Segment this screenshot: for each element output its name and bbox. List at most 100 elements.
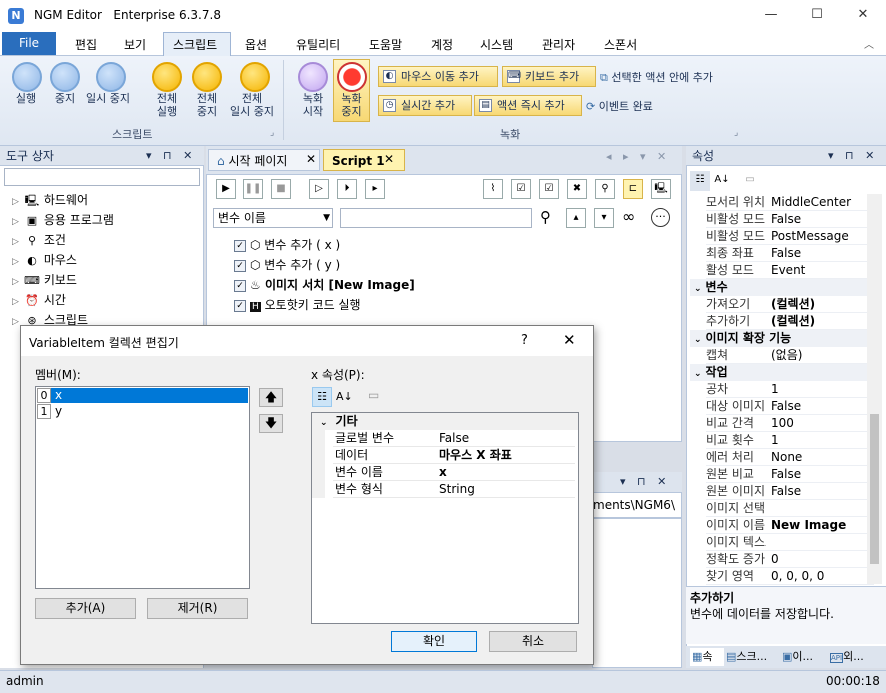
checkbox-icon[interactable]: ✓ bbox=[234, 239, 246, 252]
property-row[interactable]: 원본 이미지 False bbox=[706, 483, 874, 500]
event-done-button[interactable]: ⟳ 이벤트 완료 bbox=[586, 98, 653, 114]
step-into-icon[interactable]: ⏵ bbox=[337, 179, 357, 199]
toolbox-item-application[interactable]: ▷ ▣ 응용 프로그램 bbox=[12, 210, 114, 230]
tab-nav-buttons[interactable]: ◂ ▸ ▾ ✕ bbox=[606, 150, 670, 163]
script-group-expand-icon[interactable]: ⌟ bbox=[270, 128, 274, 138]
move-down-icon[interactable]: ▾ bbox=[594, 208, 614, 228]
run-all-button[interactable]: 전체 실행 bbox=[152, 62, 182, 118]
toolbox-search-input[interactable] bbox=[4, 168, 200, 186]
close-tab-icon[interactable]: ✕ bbox=[306, 152, 316, 166]
add-realtime-button[interactable]: ◷ 실시간 추가 bbox=[378, 95, 472, 116]
play-icon[interactable]: ▶ bbox=[216, 179, 236, 199]
tab-start-page[interactable]: ⌂ 시작 페이지 bbox=[208, 149, 320, 171]
file-menu[interactable]: File bbox=[2, 32, 56, 55]
add-keyboard-button[interactable]: ⌨ 키보드 추가 bbox=[502, 66, 596, 87]
property-category-variable[interactable]: ⌄ 변수 bbox=[690, 279, 874, 296]
property-row[interactable]: 비교 간격 100 bbox=[706, 415, 874, 432]
property-row[interactable]: 이미지 선택 bbox=[706, 500, 874, 517]
property-row[interactable]: 정확도 증가 0 bbox=[706, 551, 874, 568]
member-name[interactable]: y bbox=[55, 404, 62, 419]
lower-panel-buttons[interactable]: ▾ ⊓ ✕ bbox=[620, 475, 670, 488]
search-icon[interactable]: ⚲ bbox=[540, 208, 551, 226]
zoom-icon[interactable]: ⚲ bbox=[595, 179, 615, 199]
variable-name-select[interactable]: 변수 이름 ▼ bbox=[213, 208, 333, 228]
property-row[interactable]: 추가하기 (컬렉션) bbox=[706, 313, 874, 330]
property-row[interactable]: 비교 횟수 1 bbox=[706, 432, 874, 449]
record-start-button[interactable]: 녹화 시작 bbox=[298, 62, 328, 118]
property-row[interactable]: 이미지 텍스트 bbox=[706, 534, 874, 551]
variable-search-input[interactable] bbox=[340, 208, 532, 228]
checkbox-icon[interactable]: ✓ bbox=[234, 299, 246, 312]
add-member-button[interactable]: 추가(A) bbox=[35, 598, 136, 619]
tab-script-explorer[interactable]: ▤스크... bbox=[726, 648, 767, 666]
chart-icon[interactable]: ⌇ bbox=[483, 179, 503, 199]
dialog-close-icon[interactable]: ✕ bbox=[563, 331, 576, 349]
close-window-button[interactable]: ✕ bbox=[840, 0, 886, 31]
property-row[interactable]: 찾기 영역 0, 0, 0, 0 bbox=[706, 568, 874, 585]
toolbox-item-mouse[interactable]: ▷ ◐ 마우스 bbox=[12, 250, 77, 270]
properties-panel-buttons[interactable]: ▾ ⊓ ✕ bbox=[828, 149, 878, 162]
property-row[interactable]: 캡쳐 (없음) bbox=[706, 347, 874, 364]
menu-system[interactable]: 시스템 bbox=[480, 36, 513, 53]
property-row[interactable]: 원본 비교 False bbox=[706, 466, 874, 483]
property-row[interactable]: 공차 1 bbox=[706, 381, 874, 398]
check-all-icon[interactable]: ☑ bbox=[511, 179, 531, 199]
pause-all-button[interactable]: 전체 일시 중지 bbox=[230, 62, 274, 118]
move-up-icon[interactable]: ▴ bbox=[566, 208, 586, 228]
property-row[interactable]: 대상 이미지 False bbox=[706, 398, 874, 415]
move-up-button[interactable]: 🡅 bbox=[259, 388, 283, 407]
property-row[interactable]: 변수 이름 x bbox=[333, 464, 575, 481]
property-category-misc[interactable]: ⌄ 기타 bbox=[312, 413, 578, 430]
categorized-icon[interactable]: ☷ bbox=[690, 171, 710, 191]
step-play-icon[interactable]: ▷ bbox=[309, 179, 329, 199]
stop-icon[interactable]: ■ bbox=[271, 179, 291, 199]
alphabetical-icon[interactable]: A↓ bbox=[336, 387, 353, 407]
menu-account[interactable]: 계정 bbox=[431, 36, 453, 53]
infinity-icon[interactable]: ∞ bbox=[622, 207, 635, 226]
menu-help[interactable]: 도움말 bbox=[369, 36, 402, 53]
checkbox-icon[interactable]: ✓ bbox=[234, 259, 246, 272]
run-button[interactable]: 실행 bbox=[10, 62, 42, 105]
record-stop-button[interactable]: 녹화 중지 bbox=[333, 59, 370, 122]
property-row[interactable]: 비활성 모드 False bbox=[706, 211, 874, 228]
add-mouse-move-button[interactable]: ◐ 마우스 이동 추가 bbox=[378, 66, 498, 87]
dialog-help-button[interactable]: ? bbox=[521, 333, 528, 348]
members-listbox[interactable] bbox=[35, 386, 250, 589]
command-row[interactable]: ✓ H 오토핫키 코드 실행 bbox=[234, 295, 361, 315]
move-down-button[interactable]: 🡇 bbox=[259, 414, 283, 433]
menu-utility[interactable]: 유틸리티 bbox=[296, 36, 340, 53]
maximize-button[interactable]: ☐ bbox=[794, 0, 840, 31]
toolbox-item-hardware[interactable]: ▷ 🖳 하드웨어 bbox=[12, 190, 88, 210]
toolbox-item-time[interactable]: ▷ ⏰ 시간 bbox=[12, 290, 66, 310]
add-action-now-button[interactable]: ▤ 액션 즉시 추가 bbox=[474, 95, 582, 116]
ok-button[interactable]: 확인 bbox=[391, 631, 477, 652]
toolbox-item-keyboard[interactable]: ▷ ⌨ 키보드 bbox=[12, 270, 77, 290]
add-in-selected-button[interactable]: ⧉ 선택한 액션 안에 추가 bbox=[600, 69, 713, 85]
properties-scrollbar[interactable] bbox=[867, 194, 882, 584]
categorized-icon[interactable]: ☷ bbox=[312, 387, 332, 407]
remove-member-button[interactable]: 제거(R) bbox=[147, 598, 248, 619]
tree-view-icon[interactable]: ⊏ bbox=[623, 179, 643, 199]
menu-options[interactable]: 옵션 bbox=[245, 36, 267, 53]
more-icon[interactable]: ··· bbox=[651, 208, 670, 227]
check-icon[interactable]: ☑ bbox=[539, 179, 559, 199]
tab-properties[interactable]: ▦속 bbox=[690, 648, 724, 666]
property-row[interactable]: 비활성 모드 PostMessage bbox=[706, 228, 874, 245]
menu-view[interactable]: 보기 bbox=[124, 36, 146, 53]
property-pages-icon[interactable]: ▭ bbox=[740, 171, 760, 191]
property-row[interactable]: 변수 형식 String bbox=[333, 481, 575, 498]
collapse-ribbon-icon[interactable]: ︿ bbox=[864, 36, 874, 51]
menu-edit[interactable]: 편집 bbox=[75, 36, 97, 53]
toolbox-item-condition[interactable]: ▷ ⚲ 조건 bbox=[12, 230, 66, 250]
pause-icon[interactable]: ❚❚ bbox=[243, 179, 263, 199]
record-group-expand-icon[interactable]: ⌟ bbox=[734, 128, 738, 138]
alphabetical-icon[interactable]: A↓ bbox=[712, 171, 732, 191]
stop-all-button[interactable]: 전체 중지 bbox=[192, 62, 222, 118]
tab-image[interactable]: ▣이... bbox=[782, 648, 813, 666]
step-over-icon[interactable]: ▸ bbox=[365, 179, 385, 199]
checkbox-icon[interactable]: ✓ bbox=[234, 279, 246, 292]
menu-script[interactable]: 스크립트 bbox=[173, 36, 217, 53]
command-row[interactable]: ✓ ⬡ 변수 추가 ( x ) bbox=[234, 235, 340, 255]
property-row[interactable]: 활성 모드 Event bbox=[706, 262, 874, 279]
delete-icon[interactable]: ✖ bbox=[567, 179, 587, 199]
